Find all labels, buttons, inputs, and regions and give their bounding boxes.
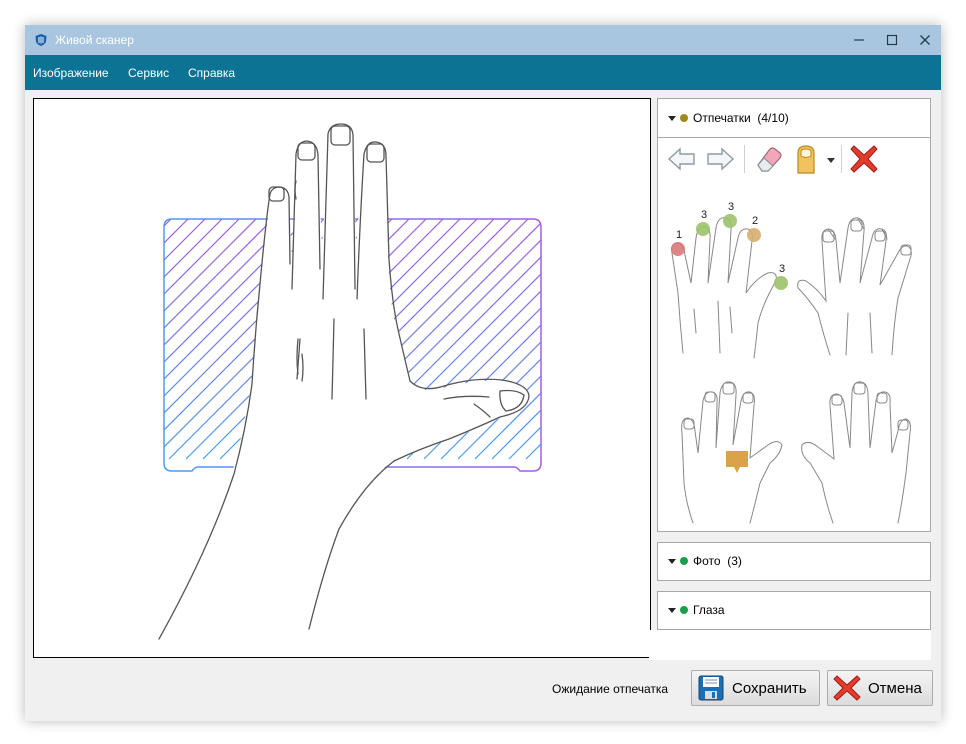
upper-right-hand	[797, 217, 912, 356]
menu-service[interactable]: Сервис	[128, 66, 169, 80]
floppy-disk-icon	[698, 675, 724, 701]
fingernail-icon[interactable]	[790, 143, 822, 175]
finger-marker-left-middle[interactable]	[723, 214, 737, 228]
status-dot-icon	[680, 606, 688, 614]
arrow-left-icon[interactable]	[666, 143, 698, 175]
finger-marker-left-index[interactable]	[747, 228, 761, 242]
photo-count: (3)	[727, 554, 742, 568]
photo-panel[interactable]: Фото (3)	[657, 542, 931, 581]
fingerprints-count: (4/10)	[757, 111, 789, 125]
dropdown-arrow-icon[interactable]	[824, 143, 838, 175]
shield-app-icon	[35, 34, 47, 46]
finger-marker-left-thumb[interactable]	[774, 276, 788, 290]
scanner-preview	[33, 98, 651, 658]
upper-left-hand	[671, 217, 777, 359]
fingerprints-panel: Отпечатки (4/10) 1 3 3 2 3	[657, 98, 931, 532]
maximize-button[interactable]	[878, 28, 906, 52]
menu-bar: Изображение Сервис Справка	[25, 55, 941, 90]
photo-title: Фото	[693, 554, 721, 568]
finger-count-label: 1	[676, 229, 682, 241]
save-label: Сохранить	[732, 680, 807, 697]
title-bar: Живой сканер	[25, 25, 941, 55]
cancel-button[interactable]: Отмена	[827, 670, 933, 706]
eyes-title: Глаза	[693, 603, 725, 617]
collapse-arrow-icon[interactable]	[668, 116, 676, 121]
collapse-arrow-icon[interactable]	[668, 559, 676, 564]
toolbar-separator	[841, 145, 842, 173]
panel-area-background	[649, 630, 931, 660]
collapse-arrow-icon[interactable]	[668, 608, 676, 613]
finger-marker-left-little[interactable]	[671, 242, 685, 256]
eraser-icon[interactable]	[752, 143, 784, 175]
status-text: Ожидание отпечатка	[552, 682, 669, 696]
minimize-icon	[854, 39, 864, 41]
hand-placement-illustration	[158, 123, 542, 640]
hands-diagram: 1 3 3 2 3	[671, 201, 912, 524]
finger-count-label: 3	[728, 201, 734, 213]
eyes-panel[interactable]: Глаза	[657, 591, 931, 630]
status-dot-icon	[680, 557, 688, 565]
finger-marker-left-ring[interactable]	[696, 222, 710, 236]
finger-position-marker	[726, 451, 748, 473]
fingerprints-panel-header[interactable]: Отпечатки (4/10)	[658, 99, 930, 138]
finger-count-label: 3	[779, 263, 785, 275]
finger-count-label: 3	[701, 209, 707, 221]
arrow-right-icon[interactable]	[704, 143, 736, 175]
app-window: Живой сканер Изображение Сервис Справка	[25, 25, 941, 721]
maximize-icon	[886, 34, 898, 46]
cancel-label: Отмена	[868, 680, 922, 697]
status-dot-icon	[680, 114, 688, 122]
close-icon	[920, 35, 930, 45]
save-button[interactable]: Сохранить	[691, 670, 820, 706]
close-button[interactable]	[911, 28, 939, 52]
menu-image[interactable]: Изображение	[33, 66, 109, 80]
finger-count-label: 2	[752, 215, 758, 227]
toolbar-separator	[744, 145, 745, 173]
menu-help[interactable]: Справка	[188, 66, 235, 80]
delete-x-icon[interactable]	[848, 143, 880, 175]
minimize-button[interactable]	[845, 28, 873, 52]
lower-right-hand	[801, 381, 911, 524]
red-x-icon	[833, 675, 861, 701]
fingerprints-title: Отпечатки	[693, 111, 751, 125]
window-title: Живой сканер	[55, 33, 134, 47]
